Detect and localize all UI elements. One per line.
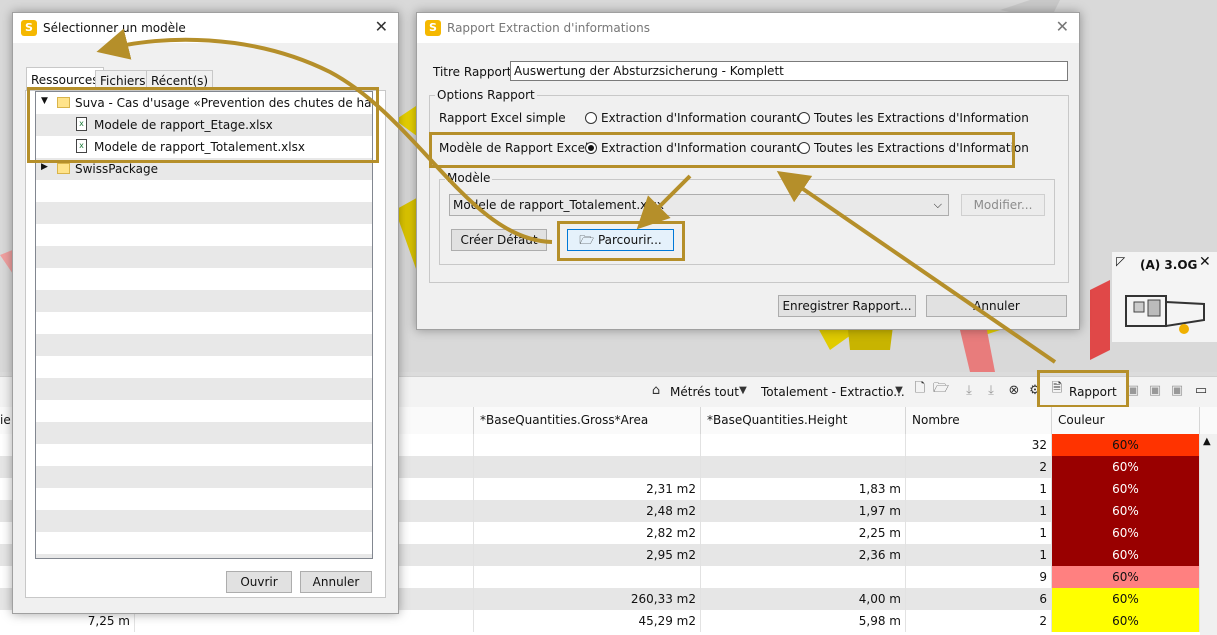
cell-count: 1 [906, 500, 1052, 522]
close-icon[interactable]: ✕ [1199, 254, 1211, 270]
tree-highlight [27, 87, 379, 163]
simple-current-label[interactable]: Extraction d'Information courante [601, 111, 804, 125]
cell-count: 32 [906, 434, 1052, 456]
cancel-button[interactable]: Annuler [300, 571, 372, 593]
layout-icon[interactable]: ▭ [1193, 382, 1209, 398]
cell-height: 1,97 m [701, 500, 906, 522]
model-select-value: Modele de rapport_Totalement.xlsx [453, 198, 664, 212]
cell-color: 60% [1052, 566, 1200, 588]
cell-count: 1 [906, 544, 1052, 566]
dialog-title: Sélectionner un modèle [43, 21, 186, 35]
cell-count: 2 [906, 610, 1052, 632]
folder-icon [57, 163, 70, 174]
cell-color: 60% [1052, 544, 1200, 566]
cell-count: 6 [906, 588, 1052, 610]
cell-gross-area: 45,29 m2 [474, 610, 701, 632]
cell-color: 60% [1052, 500, 1200, 522]
column-header-count[interactable]: Nombre [906, 407, 1052, 434]
scroll-up-icon[interactable]: ▲ [1203, 436, 1211, 447]
report-highlight [1037, 370, 1129, 408]
cell-height: 5,98 m [701, 610, 906, 632]
cell-count: 2 [906, 456, 1052, 478]
vertical-scrollbar[interactable]: ▲ [1200, 434, 1217, 635]
extraction-select[interactable]: Totalement - Extractio... [761, 383, 905, 401]
open-folder-icon[interactable]: 🗁 [933, 381, 949, 398]
modify-button[interactable]: Modifier... [961, 194, 1045, 216]
cell-gross-area: 2,82 m2 [474, 522, 701, 544]
app-logo-icon: S [21, 20, 37, 36]
cell-gross-area [474, 456, 701, 478]
chevron-down-icon[interactable]: ▼ [735, 382, 751, 398]
cell-height: 2,25 m [701, 522, 906, 544]
chevron-down-icon[interactable]: ⌵ [934, 195, 942, 215]
cell-color: 60% [1052, 456, 1200, 478]
cell-gross-area: 260,33 m2 [474, 588, 701, 610]
level-label: (A) 3.OG [1140, 258, 1198, 272]
title-bar: S Sélectionner un modèle ✕ [13, 13, 398, 43]
mini-map-panel[interactable]: ◸ (A) 3.OG ✕ [1112, 252, 1217, 342]
simple-all-radio[interactable] [798, 112, 810, 124]
select-model-dialog: S Sélectionner un modèle ✕ Ressources Fi… [12, 12, 399, 614]
measured-all-button[interactable]: Métrés tout [670, 383, 739, 401]
cell-color: 60% [1052, 434, 1200, 456]
model-group [439, 179, 1055, 265]
cell-color: 60% [1052, 522, 1200, 544]
cell-count: 9 [906, 566, 1052, 588]
column-header-gross-area[interactable]: *BaseQuantities.Gross*Area [474, 407, 701, 434]
cancel-button[interactable]: Annuler [926, 295, 1067, 317]
report-title-input[interactable]: Auswertung der Absturzsicherung - Komple… [510, 61, 1068, 81]
home-icon[interactable]: ⌂ [648, 382, 664, 398]
simple-current-radio[interactable] [585, 112, 597, 124]
bag-icon[interactable]: ▣ [1147, 382, 1163, 398]
create-default-button[interactable]: Créer Défaut [451, 229, 547, 251]
cell-gross-area: 2,31 m2 [474, 478, 701, 500]
import-icon[interactable]: ⤓ [961, 382, 977, 398]
cell-color: 60% [1052, 588, 1200, 610]
cell-height [701, 456, 906, 478]
cell-gross-area: 2,48 m2 [474, 500, 701, 522]
column-header-height[interactable]: *BaseQuantities.Height [701, 407, 906, 434]
browse-highlight [557, 221, 685, 261]
cell-gross-area [474, 434, 701, 456]
report-extraction-dialog: S Rapport Extraction d'informations ✕ Ti… [416, 12, 1080, 330]
cell-height: 2,36 m [701, 544, 906, 566]
model-group-title: Modèle [445, 171, 493, 185]
options-group-title: Options Rapport [435, 88, 537, 102]
floor-plan-thumbnail [1125, 295, 1205, 334]
simple-excel-label: Rapport Excel simple [439, 111, 566, 125]
cell-height: 1,83 m [701, 478, 906, 500]
mini-map-toggle-icon[interactable]: ◸ [1116, 254, 1125, 268]
cell-color: 60% [1052, 478, 1200, 500]
tree-empty-rows [36, 180, 372, 558]
cell-color: 60% [1052, 610, 1200, 632]
close-icon[interactable]: ✕ [1056, 17, 1069, 36]
save-report-button[interactable]: Enregistrer Rapport... [778, 295, 916, 317]
cell-count: 1 [906, 478, 1052, 500]
cell-gross-area: 2,95 m2 [474, 544, 701, 566]
cell-gross-area [474, 566, 701, 588]
app-logo-icon: S [425, 20, 441, 36]
collapsed-arrow-icon[interactable]: ▶ [41, 162, 48, 172]
cancel-circle-icon[interactable]: ⊗ [1006, 382, 1022, 398]
cell-count: 1 [906, 522, 1052, 544]
new-document-icon[interactable]: 🗋 [912, 381, 928, 398]
chevron-down-icon[interactable]: ▼ [891, 382, 907, 398]
title-bar: S Rapport Extraction d'informations ✕ [417, 13, 1079, 43]
dialog-title: Rapport Extraction d'informations [447, 21, 650, 35]
report-title-label: Titre Rapport [433, 65, 512, 79]
close-icon[interactable]: ✕ [375, 17, 388, 36]
template-row-highlight [429, 132, 1015, 168]
export-icon[interactable]: ⤓ [983, 382, 999, 398]
cell-height: 4,00 m [701, 588, 906, 610]
cell-height [701, 566, 906, 588]
simple-all-label[interactable]: Toutes les Extractions d'Information [814, 111, 1029, 125]
open-button[interactable]: Ouvrir [226, 571, 292, 593]
cell-height [701, 434, 906, 456]
column-header-color[interactable]: Couleur [1052, 407, 1200, 434]
model-select[interactable]: Modele de rapport_Totalement.xlsx ⌵ [449, 194, 949, 216]
bag-icon[interactable]: ▣ [1169, 382, 1185, 398]
